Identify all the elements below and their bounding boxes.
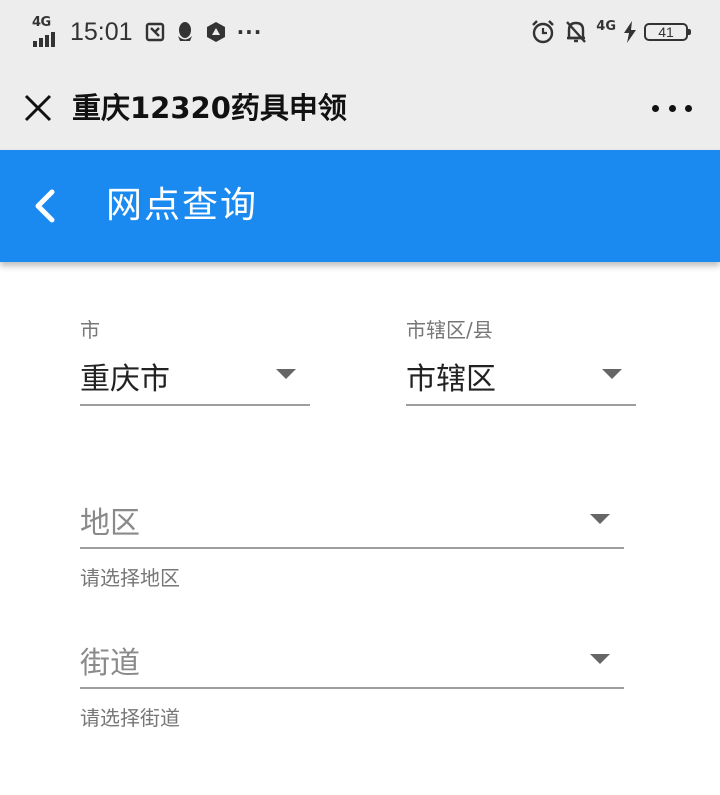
district-underline xyxy=(406,404,636,406)
app-title: 重庆12320药具申领 xyxy=(72,91,347,125)
city-select[interactable]: 市 重庆市 xyxy=(80,314,310,409)
alarm-icon xyxy=(530,19,556,45)
more-notifications-icon: ··· xyxy=(236,20,263,44)
more-dot-icon xyxy=(652,104,659,112)
battery-icon: 41 xyxy=(644,23,691,41)
signal-icon: 4G xyxy=(32,15,62,47)
status-bar-right: 4G 41 xyxy=(522,14,691,50)
chevron-left-icon xyxy=(35,189,55,223)
title-bar: 重庆12320药具申领 xyxy=(0,66,720,150)
chevron-down-icon xyxy=(602,369,622,379)
chevron-down-icon xyxy=(590,654,610,664)
street-select[interactable]: 街道 请选择街道 xyxy=(80,636,624,732)
page-title: 网点查询 xyxy=(106,185,259,226)
district-value: 市辖区 xyxy=(406,362,496,397)
clock-time: 15:01 xyxy=(70,17,133,46)
area-underline xyxy=(80,547,624,549)
city-value: 重庆市 xyxy=(80,362,170,397)
street-underline xyxy=(80,687,624,689)
area-helper-text: 请选择地区 xyxy=(80,566,180,590)
area-placeholder: 地区 xyxy=(80,506,140,541)
more-options-button[interactable] xyxy=(652,88,692,128)
back-button[interactable] xyxy=(22,182,70,230)
chevron-down-icon xyxy=(276,369,296,379)
close-icon xyxy=(24,94,52,122)
area-select[interactable]: 地区 请选择地区 xyxy=(80,496,624,592)
qq-icon xyxy=(175,21,195,43)
status-bar: 4G 15:01 ··· 4G 41 xyxy=(0,0,720,66)
chevron-down-icon xyxy=(590,514,610,524)
more-dot-icon xyxy=(685,104,692,112)
city-underline xyxy=(80,404,310,406)
street-placeholder: 街道 xyxy=(80,646,140,681)
street-helper-text: 请选择街道 xyxy=(80,706,180,730)
district-select[interactable]: 市辖区/县 市辖区 xyxy=(406,314,636,409)
charging-icon xyxy=(624,21,636,43)
screenshot-icon xyxy=(145,22,165,42)
mute-notification-icon xyxy=(564,19,588,45)
district-label: 市辖区/县 xyxy=(406,318,493,342)
city-label: 市 xyxy=(80,318,100,342)
app-notification-icon xyxy=(205,21,227,43)
network-type-label-right: 4G xyxy=(596,18,616,34)
page-header: 网点查询 xyxy=(0,150,720,262)
status-bar-left: 4G 15:01 ··· xyxy=(32,14,262,50)
battery-level: 41 xyxy=(658,24,674,40)
network-type-label: 4G xyxy=(32,15,51,30)
more-dot-icon xyxy=(668,104,676,112)
close-button[interactable] xyxy=(18,88,58,128)
